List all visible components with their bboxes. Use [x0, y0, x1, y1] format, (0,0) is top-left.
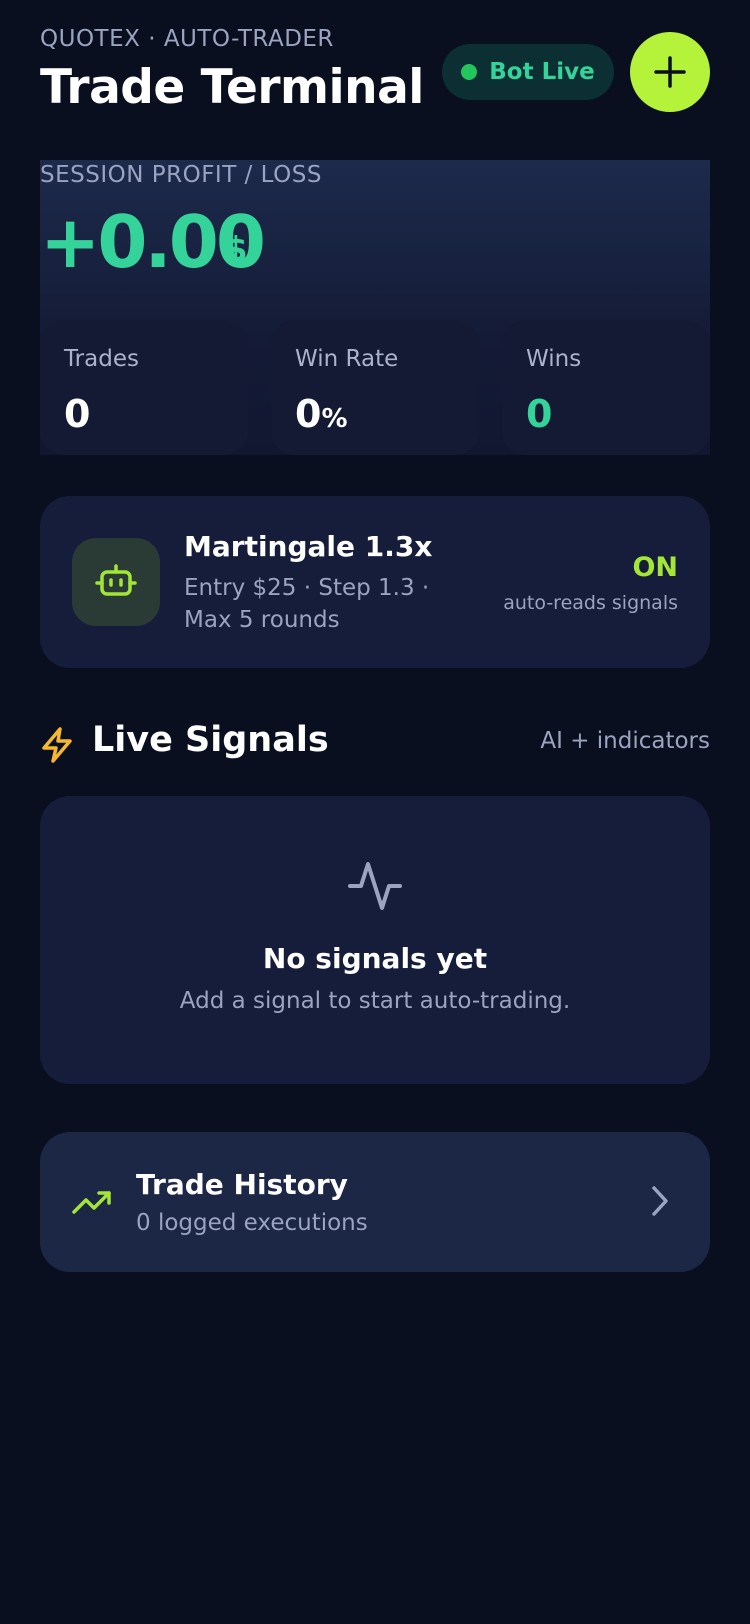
robot-icon [72, 538, 160, 626]
page-title: Trade Terminal [40, 60, 424, 115]
stat-trades: Trades 0 [40, 320, 248, 455]
empty-subtitle: Add a signal to start auto-trading. [179, 988, 571, 1014]
stat-wins: Wins 0 [502, 320, 710, 455]
stat-label: Win Rate [295, 346, 399, 372]
trade-history-row[interactable]: Trade History 0 logged executions [40, 1132, 710, 1272]
strategy-description: Entry $25 · Step 1.3 · Max 5 rounds [184, 575, 430, 633]
strategy-name: Martingale 1.3x [184, 530, 433, 563]
stat-value: 0 [526, 392, 553, 436]
session-currency: $ [224, 230, 248, 270]
live-signals-header: Live Signals AI + indicators [40, 720, 710, 768]
stat-label: Trades [64, 346, 139, 372]
plus-icon [654, 56, 686, 88]
strategy-card[interactable]: Martingale 1.3x Entry $25 · Step 1.3 · M… [40, 496, 710, 668]
empty-title: No signals yet [262, 942, 488, 975]
bot-status-badge[interactable]: Bot Live [442, 44, 614, 100]
stat-win-rate: Win Rate 0% [271, 320, 479, 455]
stat-unit: % [321, 404, 348, 434]
session-label: SESSION PROFIT / LOSS [40, 162, 322, 188]
strategy-state[interactable]: ON [632, 552, 678, 583]
signals-meta: AI + indicators [540, 728, 710, 754]
strategy-state-sub: auto-reads signals [503, 592, 678, 614]
activity-icon [348, 862, 402, 910]
stat-value: 0% [295, 392, 348, 436]
history-subtitle: 0 logged executions [136, 1210, 368, 1236]
add-signal-button[interactable] [630, 32, 710, 112]
header: QUOTEX · AUTO-TRADER Trade Terminal Bot … [40, 24, 710, 124]
app-eyebrow: QUOTEX · AUTO-TRADER [40, 26, 334, 52]
session-profit-card: SESSION PROFIT / LOSS +0.00 $ Trades 0 W… [40, 160, 710, 455]
stat-value: 0 [64, 392, 91, 436]
section-title: Live Signals [92, 720, 329, 760]
trending-up-icon [72, 1191, 111, 1214]
signals-empty-state: No signals yet Add a signal to start aut… [40, 796, 710, 1084]
history-title: Trade History [136, 1168, 348, 1201]
stat-label: Wins [526, 346, 582, 372]
status-dot-icon [461, 64, 478, 80]
chevron-right-icon [652, 1186, 668, 1216]
lightning-icon [42, 727, 72, 763]
trade-terminal-screen: QUOTEX · AUTO-TRADER Trade Terminal Bot … [0, 0, 750, 1624]
bot-status-label: Bot Live [489, 59, 595, 85]
